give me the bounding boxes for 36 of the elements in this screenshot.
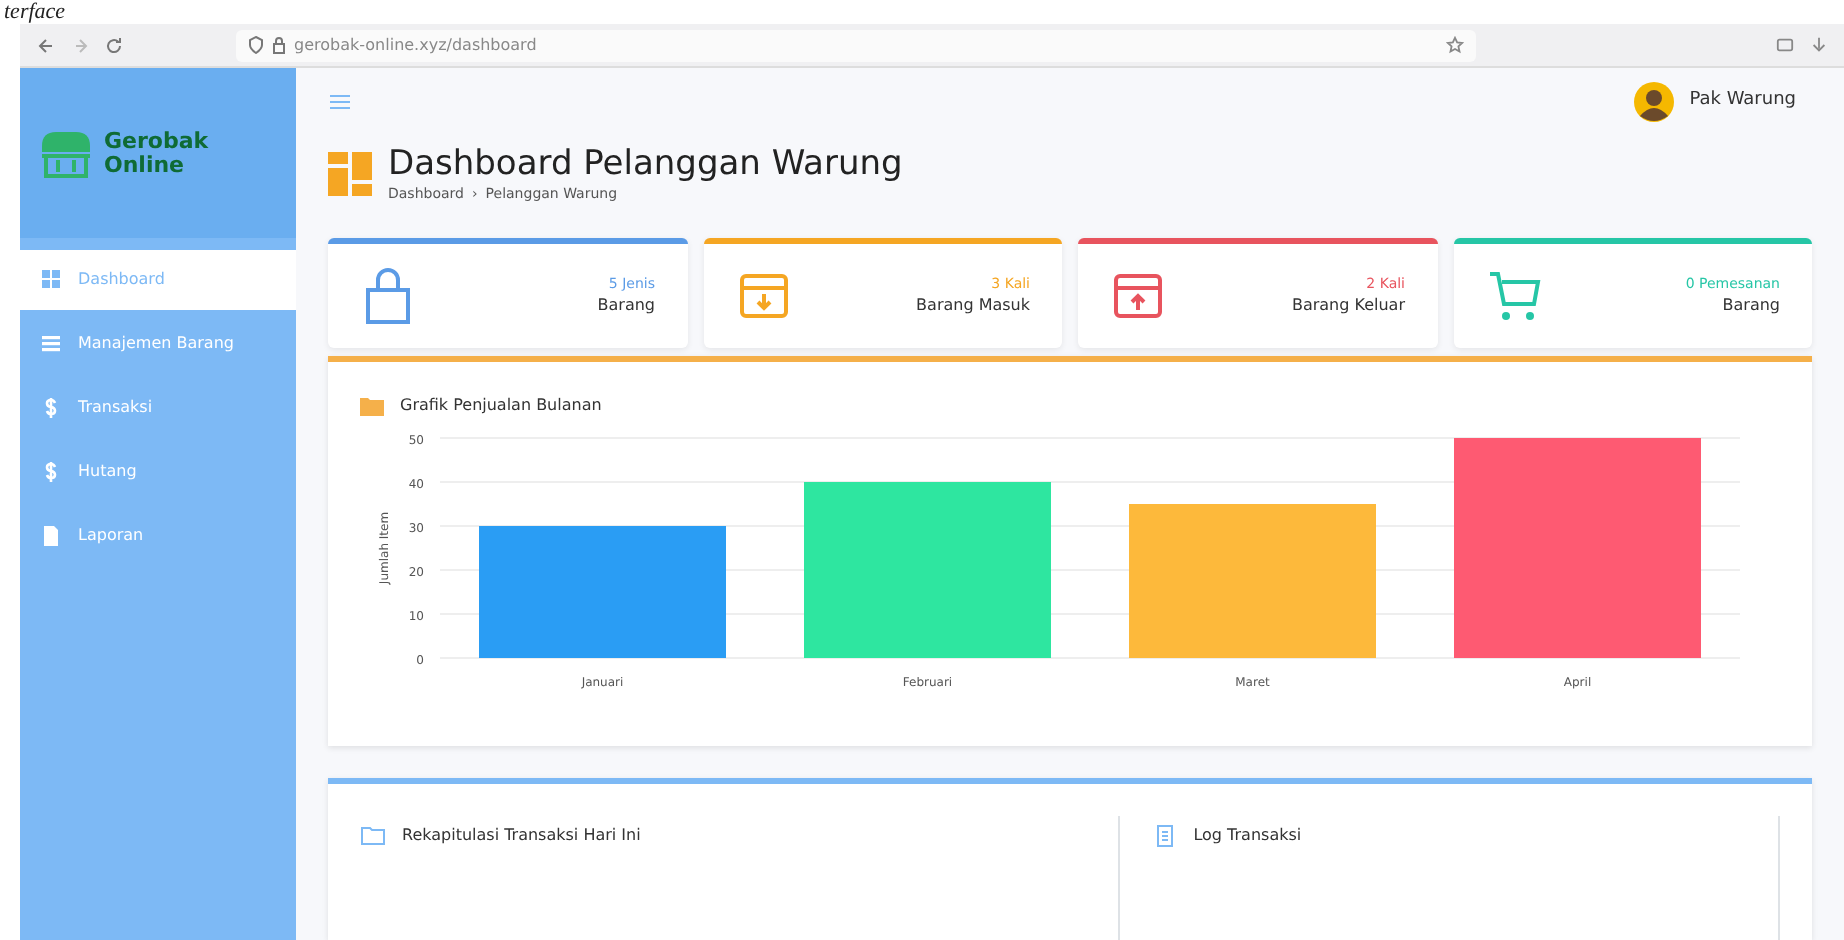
avatar-icon[interactable] [1633, 82, 1674, 122]
sidebar-item[interactable]: Transaksi [20, 378, 296, 438]
download-icon[interactable] [1810, 36, 1828, 54]
reload-icon[interactable] [104, 35, 124, 55]
sidebar-item[interactable]: Manajemen Barang [20, 314, 296, 374]
panel-title: Log Transaksi [1193, 823, 1302, 848]
shopping-bag-icon [360, 265, 416, 326]
stat-label: Barang Masuk [916, 294, 1030, 319]
lock-icon [272, 36, 286, 54]
sidebar-item[interactable]: Dashboard [20, 250, 296, 310]
page-title: Dashboard Pelanggan Warung [388, 144, 903, 185]
file-icon [40, 524, 62, 548]
dollar-icon [40, 460, 62, 484]
stat-label: Barang Keluar [1291, 294, 1405, 319]
sidebar-item[interactable]: Laporan [20, 506, 296, 566]
url-text[interactable]: gerobak-online.xyz/dashboard [294, 33, 537, 57]
user-name[interactable]: Pak Warung [1689, 88, 1796, 116]
grid-icon [40, 268, 62, 292]
folder-icon [360, 395, 384, 416]
chart-title: Grafik Penjualan Bulanan [400, 393, 602, 418]
pocket-icon[interactable] [1776, 36, 1794, 54]
dollar-icon [40, 396, 62, 420]
stat-label: Barang [1720, 294, 1780, 319]
menu-icon[interactable] [328, 92, 352, 112]
panel-title: Rekapitulasi Transaksi Hari Ini [402, 823, 641, 848]
back-icon[interactable] [36, 35, 56, 55]
caption-text: terface [4, 0, 66, 24]
folder-icon [360, 823, 386, 848]
shield-icon [248, 36, 264, 54]
brand-name: Gerobak Online [104, 129, 209, 177]
list-icon [40, 332, 62, 356]
dashboard-icon [328, 152, 372, 197]
star-icon[interactable] [1446, 36, 1464, 54]
stat-label: Barang [597, 294, 655, 319]
sidebar-item[interactable]: Hutang [20, 442, 296, 502]
document-icon [1151, 823, 1178, 848]
